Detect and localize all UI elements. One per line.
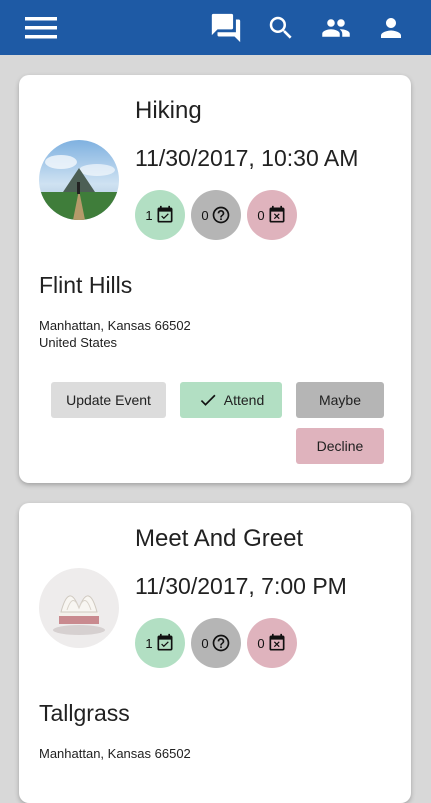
event-busy-icon [269, 633, 285, 651]
event-available-icon [157, 205, 173, 223]
event-available-icon [157, 633, 173, 651]
event-busy-icon [269, 205, 285, 223]
people-icon[interactable] [316, 0, 356, 55]
going-count: 1 [145, 635, 153, 651]
declined-count-badge[interactable]: 0 [247, 618, 297, 668]
declined-count: 0 [257, 207, 265, 223]
decline-button[interactable]: Decline [296, 428, 384, 464]
help-outline-icon [212, 634, 229, 652]
going-count-badge[interactable]: 1 [135, 190, 185, 240]
declined-count: 0 [257, 635, 265, 651]
app-bar [0, 0, 431, 55]
maybe-label: Maybe [318, 392, 362, 408]
event-title: Meet And Greet [135, 525, 304, 552]
event-venue: Tallgrass [39, 700, 130, 726]
maybe-button[interactable]: Maybe [296, 382, 384, 418]
maybe-count-badge[interactable]: 0 [191, 618, 241, 668]
address-line-1: Manhattan, Kansas 66502 [39, 746, 191, 761]
decline-label: Decline [316, 438, 364, 454]
maybe-count: 0 [201, 635, 209, 651]
check-icon [200, 394, 216, 406]
event-avatar-hiking [39, 140, 119, 220]
update-event-label: Update Event [66, 392, 151, 408]
event-venue: Flint Hills [39, 272, 133, 298]
search-icon[interactable] [263, 0, 299, 55]
address-line-2: United States [39, 335, 118, 350]
event-card[interactable]: Hiking 11/30/2017, 10:30 AM 1 0 0 Flint … [19, 75, 411, 483]
declined-count-badge[interactable]: 0 [247, 190, 297, 240]
person-icon[interactable] [374, 0, 408, 55]
event-card[interactable]: Meet And Greet 11/30/2017, 7:00 PM 1 0 0… [19, 503, 411, 803]
maybe-count-badge[interactable]: 0 [191, 190, 241, 240]
event-datetime: 11/30/2017, 7:00 PM [135, 573, 347, 599]
update-event-button[interactable]: Update Event [51, 382, 166, 418]
event-avatar-book [39, 568, 119, 648]
going-count-badge[interactable]: 1 [135, 618, 185, 668]
maybe-count: 0 [201, 207, 209, 223]
event-title: Hiking [135, 97, 202, 124]
attend-label: Attend [223, 392, 265, 408]
address-line-1: Manhattan, Kansas 66502 [39, 318, 191, 333]
menu-icon[interactable] [22, 0, 60, 55]
forum-icon[interactable] [206, 0, 246, 55]
going-count: 1 [145, 207, 153, 223]
event-datetime: 11/30/2017, 10:30 AM [135, 145, 359, 171]
help-outline-icon [212, 206, 229, 224]
attend-button[interactable]: Attend [180, 382, 282, 418]
